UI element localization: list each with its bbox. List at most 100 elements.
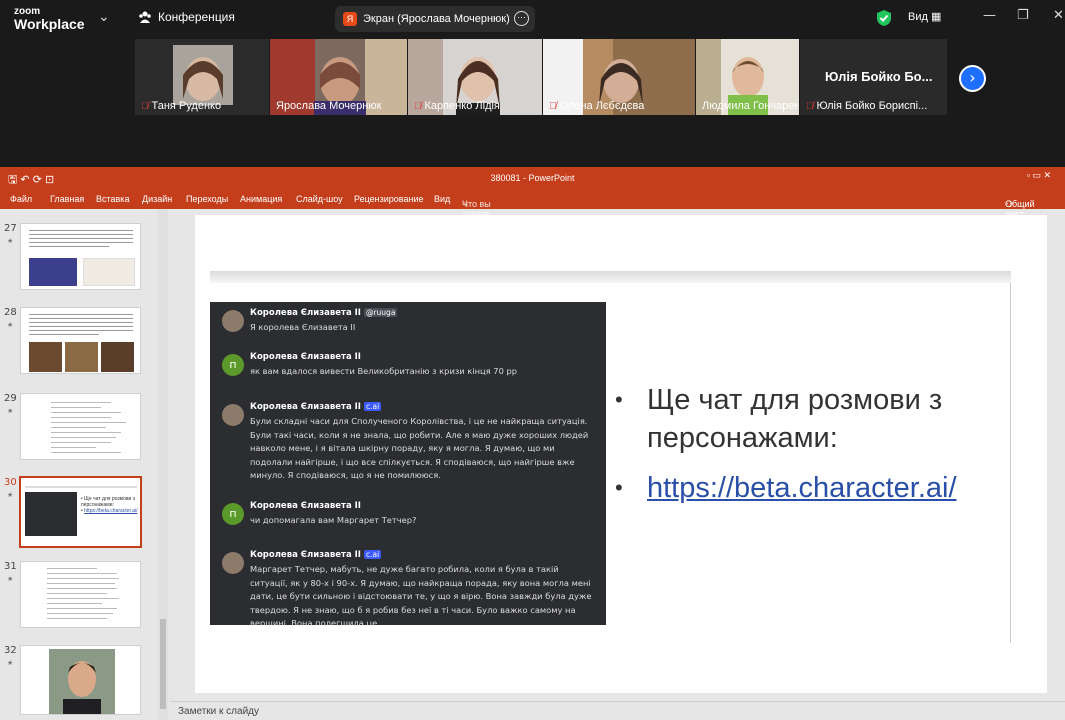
tab-home[interactable]: Главная (50, 194, 84, 204)
chat-text: Були складні часи для Сполученого Королі… (250, 416, 589, 480)
scroll-thumb[interactable] (160, 619, 166, 709)
participant-name: 🎙̸ Карпенко Лідія (414, 100, 500, 112)
chat-screenshot: Королева Єлизавета ІІ @ruuga Я королева Є… (210, 302, 606, 625)
restore-icon[interactable]: ❐ (1017, 8, 1029, 23)
view-button[interactable]: Вид ▦ (908, 10, 941, 23)
participants-icon (139, 11, 151, 23)
chat-sender: Королева Єлизавета ІІ (250, 501, 361, 511)
window-controls[interactable]: ▫ ▭ ✕ (1027, 170, 1051, 181)
tab-animation[interactable]: Анимация (240, 194, 282, 204)
thumb-number: 28 (4, 307, 17, 318)
avatar: п (222, 503, 244, 525)
participant-tile[interactable]: Людмила Гончаренко (696, 39, 799, 115)
slide-bullets: • Ще чат для розмови з персонажами: • http… (615, 381, 995, 507)
next-page-button[interactable]: › (959, 65, 986, 92)
slide-thumbnail-27[interactable] (20, 223, 141, 290)
thumbnails-scrollbar[interactable] (158, 209, 168, 720)
chat-sender: Королева Єлизавета ІІ c.ai (250, 550, 382, 560)
ribbon-tabs: Файл Главная Вставка Дизайн Переходы Ани… (0, 189, 1065, 229)
thumb-image (101, 342, 134, 372)
thumb-number-selected: 30 (4, 477, 17, 488)
star-icon: ★ (7, 237, 14, 245)
participant-name: 🎙̸ Юлія Бойко Бориспі... (806, 100, 928, 112)
thumb-image (83, 258, 135, 286)
slide-thumbnail-28[interactable] (20, 307, 141, 374)
ppt-title-bar: 🖫 ↶ ⟳ ⊡ 380081 - PowerPoint ▫ ▭ ✕ (0, 167, 1065, 189)
participant-name: Ярослава Мочернюк (276, 100, 382, 112)
chat-sender: Королева Єлизавета ІІ (250, 352, 361, 362)
slide-divider-line (1010, 283, 1011, 643)
browser-icon: Я (343, 12, 357, 26)
slide-thumbnail-29[interactable] (20, 393, 141, 460)
bullet-item: • Ще чат для розмови з персонажами: (615, 381, 995, 457)
zoom-top-bar: zoom Workplace ⌄ Конференция Я Экран (Яр… (0, 0, 1065, 38)
slide-notes-bar[interactable]: Заметки к слайду (170, 701, 1065, 720)
avatar (222, 552, 244, 574)
more-options-icon[interactable]: ··· (514, 11, 529, 26)
tab-design[interactable]: Дизайн (142, 194, 172, 204)
link-text[interactable]: https://beta.character.ai/ (647, 472, 957, 504)
tab-slideshow[interactable]: Слайд-шоу (296, 194, 343, 204)
tab-file[interactable]: Файл (10, 194, 32, 204)
participant-tile[interactable]: 🎙̸ Карпенко Лідія (408, 39, 542, 115)
participant-tile[interactable]: 🎙̸ Олена Лєбєдєва (543, 39, 695, 115)
avatar: п (222, 354, 244, 376)
chat-sender: Королева Єлизавета ІІ c.ai (250, 402, 382, 412)
avatar (222, 310, 244, 332)
chat-text: як вам вдалося вивести Великобританію з … (250, 366, 518, 376)
thumb-number: 32 (4, 645, 17, 656)
participant-name: 🎙̸ Таня Руденко (141, 100, 222, 112)
star-icon: ★ (7, 321, 14, 329)
meeting-info-button[interactable]: Конференция (138, 10, 235, 24)
thumb-divider (25, 486, 137, 488)
bullet-dot: • (615, 387, 623, 412)
share-label: Экран (Ярослава Мочернюк) (363, 13, 510, 25)
star-icon: ★ (7, 575, 14, 583)
thumb-number: 29 (4, 393, 17, 404)
slide-thumbnails-pane: 27 ★ 28 ★ 29 ★ 30 ★ • Ще чат для розмови… (0, 209, 170, 720)
slide-thumbnail-31[interactable] (20, 561, 141, 628)
slide-canvas[interactable]: Королева Єлизавета ІІ @ruuga Я королева Є… (195, 215, 1047, 693)
notes-label: Заметки к слайду (178, 706, 259, 717)
participant-big-name: Юлія Бойко Бо... (825, 69, 933, 84)
zoom-logo: zoom Workplace (14, 6, 85, 32)
participant-tile[interactable]: 🎙̸ Таня Руденко (135, 39, 269, 115)
participant-tile[interactable]: Юлія Бойко Бо... 🎙̸ Юлія Бойко Бориспі... (800, 39, 947, 115)
slide-thumbnail-32[interactable] (20, 645, 141, 715)
close-icon[interactable]: ✕ (1053, 8, 1064, 23)
tab-review[interactable]: Рецензирование (354, 194, 424, 204)
minimize-icon[interactable]: — (983, 8, 996, 23)
screen-share-indicator[interactable]: Я Экран (Ярослава Мочернюк) ··· (335, 6, 535, 32)
video-gallery-strip: 🎙̸ Таня Руденко Ярослава Мочернюк 🎙̸ Карпе… (135, 39, 947, 115)
chevron-down-icon[interactable]: ⌄ (98, 9, 110, 25)
participant-tile-active-speaker[interactable]: Ярослава Мочернюк (270, 39, 407, 115)
slide-thumbnail-30-selected[interactable]: • Ще чат для розмови з персонажами: • htt… (19, 476, 142, 548)
bullet-link[interactable]: • https://beta.character.ai/ (615, 469, 995, 507)
star-icon: ★ (7, 659, 14, 667)
thumb-chat-image (25, 492, 77, 536)
shared-screen-powerpoint: 🖫 ↶ ⟳ ⊡ 380081 - PowerPoint ▫ ▭ ✕ Файл Г… (0, 167, 1065, 720)
thumb-image (65, 342, 98, 372)
encryption-shield-icon[interactable] (876, 9, 892, 27)
tab-transitions[interactable]: Переходы (186, 194, 228, 204)
meeting-label: Конференция (158, 10, 235, 24)
chat-text: чи допомагала вам Маргарет Тетчер? (250, 515, 417, 525)
thumb-portrait (49, 649, 115, 714)
thumb-image (29, 342, 62, 372)
thumb-text: • Ще чат для розмови з персонажами: • htt… (81, 496, 138, 514)
chat-sender: Королева Єлизавета ІІ @ruuga (250, 308, 398, 318)
zoom-logo-line2: Workplace (14, 16, 85, 32)
avatar (222, 404, 244, 426)
thumb-number: 27 (4, 223, 17, 234)
tab-view[interactable]: Вид (434, 194, 450, 204)
arrow-right-icon: › (969, 68, 976, 87)
bullet-dot: • (615, 475, 623, 500)
participant-name: Людмила Гончаренко (702, 100, 799, 112)
muted-mic-icon: 🎙̸ (806, 101, 814, 112)
bullet-text: Ще чат для розмови з персонажами: (647, 384, 943, 454)
window-title: 380081 - PowerPoint (490, 173, 575, 183)
thumb-image (29, 258, 77, 286)
participant-name: 🎙̸ Олена Лєбєдєва (549, 100, 645, 112)
star-icon: ★ (7, 491, 14, 499)
tab-insert[interactable]: Вставка (96, 194, 129, 204)
